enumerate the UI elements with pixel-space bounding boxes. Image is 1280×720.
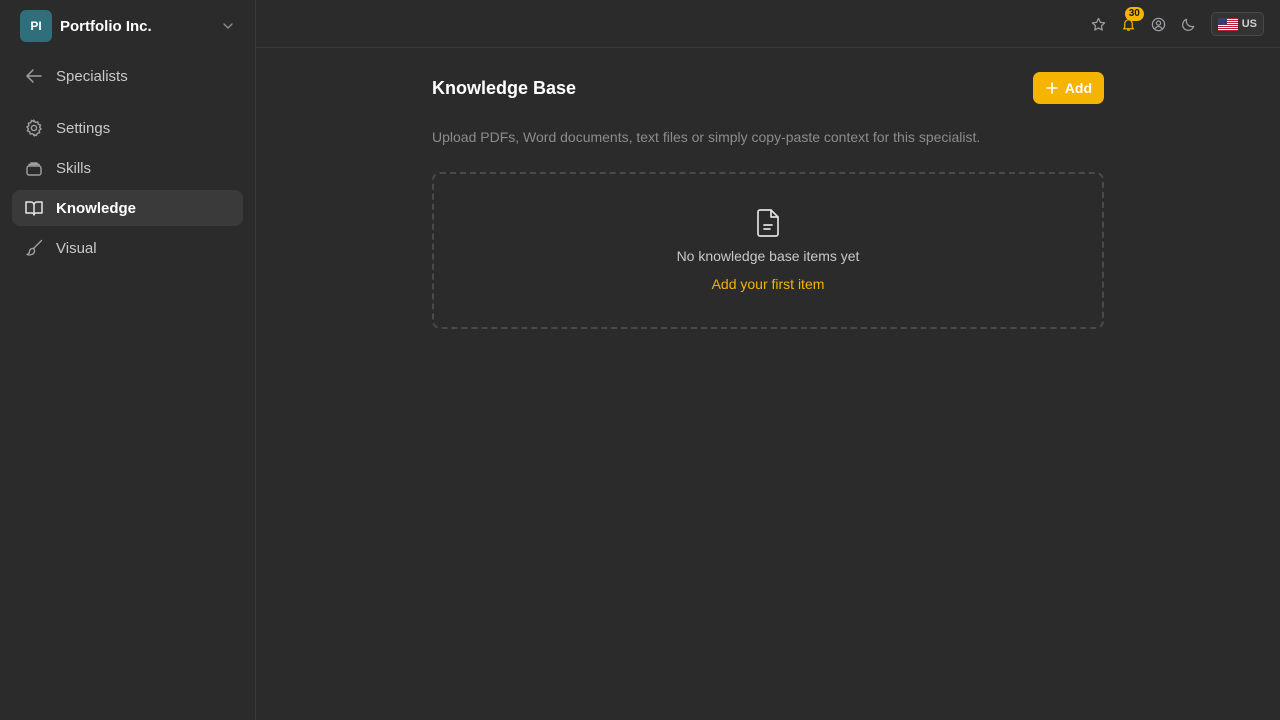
add-first-item-link[interactable]: Add your first item — [712, 276, 825, 292]
sidebar-item-label: Visual — [56, 239, 97, 257]
language-label: US — [1241, 18, 1257, 30]
back-to-specialists-link[interactable]: Specialists — [24, 64, 128, 88]
moon-icon — [1182, 18, 1195, 31]
add-button-label: Add — [1064, 80, 1092, 96]
chevron-down-icon — [223, 23, 233, 29]
arrow-left-icon — [26, 69, 42, 83]
main-header: Knowledge Base Add — [432, 72, 1104, 104]
sidebar-nav: Settings Skills Knowledge Visual — [12, 110, 243, 270]
profile-button[interactable] — [1151, 16, 1167, 32]
language-selector[interactable]: US — [1210, 12, 1264, 36]
page-title: Knowledge Base — [432, 77, 577, 98]
top-actions: 30 US — [1091, 7, 1264, 36]
org-name: Portfolio Inc. — [60, 17, 152, 35]
knowledge-empty-state: No knowledge base items yet Add your fir… — [432, 172, 1104, 329]
empty-state-text: No knowledge base items yet — [676, 248, 860, 264]
sidebar-item-settings[interactable]: Settings — [12, 110, 243, 146]
sidebar-item-label: Skills — [56, 159, 92, 177]
org-avatar: PI — [20, 10, 52, 42]
gear-icon — [25, 118, 43, 138]
sidebar: PI Portfolio Inc. Specialists Settings S… — [0, 0, 256, 720]
document-icon — [757, 209, 779, 237]
plus-icon — [1045, 82, 1058, 94]
back-link-label: Specialists — [56, 67, 128, 85]
us-flag-icon — [1217, 17, 1238, 31]
book-icon — [25, 201, 43, 216]
sidebar-item-visual[interactable]: Visual — [12, 230, 243, 266]
sidebar-item-label: Settings — [56, 119, 111, 137]
theme-toggle-button[interactable] — [1181, 16, 1197, 32]
layers-icon — [26, 162, 42, 176]
favorites-button[interactable] — [1091, 16, 1107, 32]
sidebar-item-label: Knowledge — [56, 199, 137, 217]
sidebar-item-skills[interactable]: Skills — [12, 150, 243, 186]
top-bar: 30 US — [256, 0, 1280, 48]
org-switcher[interactable]: PI Portfolio Inc. — [20, 10, 238, 42]
star-icon — [1092, 17, 1106, 31]
notifications-button[interactable]: 30 — [1121, 7, 1144, 32]
brush-icon — [26, 239, 43, 256]
add-button[interactable]: Add — [1032, 72, 1104, 104]
sidebar-item-knowledge[interactable]: Knowledge — [12, 190, 243, 226]
user-circle-icon — [1152, 17, 1166, 31]
page-description: Upload PDFs, Word documents, text files … — [432, 129, 981, 145]
notification-count-badge: 30 — [1124, 7, 1144, 21]
